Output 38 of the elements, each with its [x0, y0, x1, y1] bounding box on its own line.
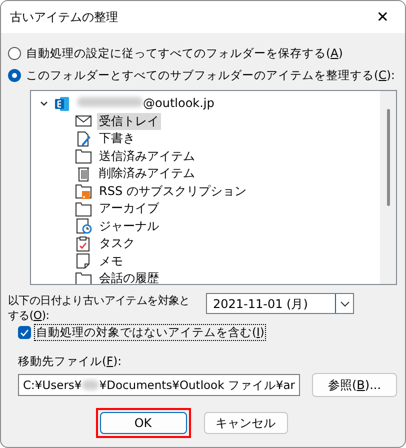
folder-item[interactable]: 下書き: [97, 130, 137, 148]
folder-item[interactable]: 受信トレイ: [97, 112, 161, 130]
trash-icon: [75, 166, 92, 182]
field-label: 移動先ファイル(F):: [18, 354, 122, 369]
window-title: 古いアイテムの整理: [10, 8, 118, 26]
draft-icon: [75, 130, 92, 147]
close-button[interactable]: ✕: [370, 8, 395, 26]
checkbox[interactable]: [18, 326, 31, 339]
folder-item[interactable]: ジャーナル: [97, 218, 161, 235]
folder-icon: [75, 148, 92, 164]
envelope-icon: [75, 113, 92, 130]
folder-item[interactable]: 削除済みアイテム: [97, 165, 197, 182]
radio-label: 自動処理の設定に従ってすべてのフォルダーを保存する(A): [26, 46, 343, 60]
scrollbar[interactable]: [380, 91, 396, 284]
folder-item[interactable]: 送信済みアイテム: [97, 148, 197, 165]
path-field[interactable]: C:¥Users¥ ¥Documents¥Outlook ファイル¥ar: [18, 374, 300, 396]
radio-label: このフォルダーとすべてのサブフォルダーのアイテムを整理する(C):: [26, 68, 395, 82]
clipboard-check-icon: [75, 236, 92, 252]
date-picker[interactable]: 2021-11-01 (月): [206, 293, 354, 314]
checkbox-label: 自動処理の対象ではないアイテムを含む(I): [34, 324, 266, 341]
cancel-button[interactable]: キャンセル: [204, 412, 288, 434]
folder-item[interactable]: RSS のサブスクリプション: [97, 182, 248, 200]
ok-button[interactable]: OK: [100, 412, 186, 434]
date-label: 以下の日付より古いアイテムを対象とする(O):: [8, 293, 191, 323]
chevron-down-icon: [340, 300, 350, 306]
folder-item[interactable]: タスク: [97, 235, 137, 252]
radio-button[interactable]: [8, 68, 21, 82]
account-label[interactable]: @outlook.jp: [75, 95, 216, 112]
note-icon: [75, 253, 92, 270]
folder-item[interactable]: 会話の履歴: [97, 270, 161, 284]
exchange-icon: [54, 96, 70, 112]
radio-button[interactable]: [8, 46, 21, 60]
folder-item[interactable]: メモ: [97, 252, 125, 270]
journal-icon: [75, 218, 92, 234]
browse-button[interactable]: 参照(B)...: [312, 373, 397, 397]
folder-icon: [75, 200, 92, 217]
folder-item[interactable]: アーカイブ: [97, 200, 161, 218]
rss-folder-icon: [75, 183, 92, 200]
